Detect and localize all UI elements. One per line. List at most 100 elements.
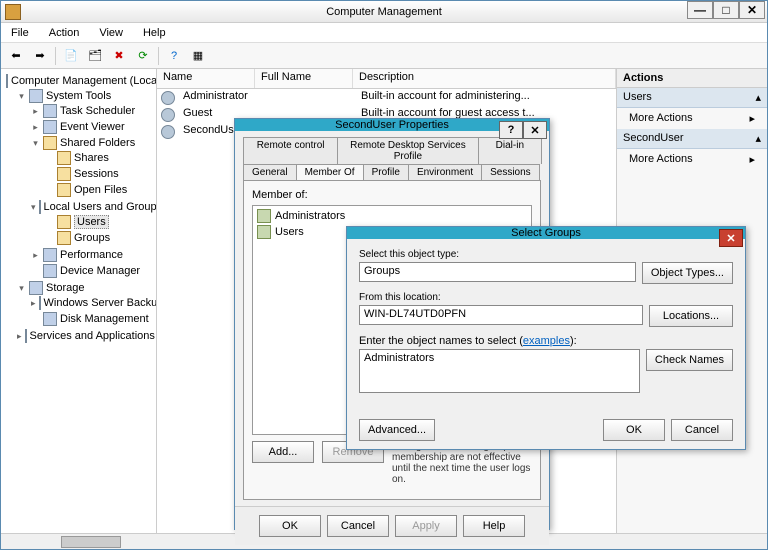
tree-system-tools[interactable]: System Tools <box>46 90 111 102</box>
users-groups-icon <box>39 200 41 214</box>
help-button[interactable]: ? <box>499 121 523 139</box>
group-icon <box>257 225 271 239</box>
cancel-button[interactable]: Cancel <box>327 515 389 537</box>
tree-pane[interactable]: Computer Management (Local ▾System Tools… <box>1 69 157 533</box>
dialog-footer: Advanced... OK Cancel <box>347 411 745 449</box>
help-button[interactable]: Help <box>463 515 525 537</box>
chevron-right-icon: ▸ <box>749 112 755 125</box>
app-icon <box>5 4 21 20</box>
menu-view[interactable]: View <box>95 25 127 41</box>
apply-button[interactable]: Apply <box>395 515 457 537</box>
forward-button[interactable]: ➡ <box>29 45 51 67</box>
tree-open-files[interactable]: Open Files <box>74 184 127 196</box>
tree-sessions[interactable]: Sessions <box>74 168 119 180</box>
close-button[interactable]: ✕ <box>523 121 547 139</box>
chevron-right-icon: ▸ <box>749 153 755 166</box>
actions-section-seconduser[interactable]: SecondUser▴ <box>617 129 767 149</box>
advanced-button[interactable]: Advanced... <box>359 419 435 441</box>
tree-event-viewer[interactable]: Event Viewer <box>60 121 125 133</box>
add-button[interactable]: Add... <box>252 441 314 463</box>
tree-task-scheduler[interactable]: Task Scheduler <box>60 105 135 117</box>
tabs-row2: General Member Of Profile Environment Se… <box>235 164 549 180</box>
actions-header: Actions <box>617 69 767 88</box>
tab-member-of[interactable]: Member Of <box>296 164 364 180</box>
tab-general[interactable]: General <box>243 164 297 180</box>
object-type-field[interactable]: Groups <box>359 262 636 282</box>
list-header[interactable]: Name Full Name Description <box>157 69 616 89</box>
tab-rds-profile[interactable]: Remote Desktop Services Profile <box>337 137 479 164</box>
tree-shared-folders[interactable]: Shared Folders <box>60 137 135 149</box>
check-names-button[interactable]: Check Names <box>646 349 733 371</box>
object-names-input[interactable]: Administrators <box>359 349 640 393</box>
ok-button[interactable]: OK <box>603 419 665 441</box>
dialog-title: SecondUser Properties <box>335 119 449 131</box>
user-icon <box>161 91 175 105</box>
tree-shares[interactable]: Shares <box>74 152 109 164</box>
folder-icon <box>57 215 71 229</box>
collapse-icon[interactable]: ▴ <box>755 91 761 104</box>
back-button[interactable]: ⬅ <box>5 45 27 67</box>
services-icon <box>25 329 27 343</box>
tree-disk-mgmt[interactable]: Disk Management <box>60 313 149 325</box>
more-actions-users[interactable]: More Actions▸ <box>617 108 767 129</box>
menu-file[interactable]: File <box>7 25 33 41</box>
member-item[interactable]: Administrators <box>255 208 529 224</box>
col-name[interactable]: Name <box>157 69 255 88</box>
tree-performance[interactable]: Performance <box>60 249 123 261</box>
close-button[interactable]: ✕ <box>739 1 765 19</box>
folder-icon <box>57 151 71 165</box>
group-icon <box>257 209 271 223</box>
object-types-button[interactable]: Object Types... <box>642 262 733 284</box>
help-icon[interactable]: ? <box>163 45 185 67</box>
maximize-button[interactable]: □ <box>713 1 739 19</box>
col-desc[interactable]: Description <box>353 69 616 88</box>
tree-device-manager[interactable]: Device Manager <box>60 265 140 277</box>
disk-icon <box>43 312 57 326</box>
tab-environment[interactable]: Environment <box>408 164 482 180</box>
tab-remote-control[interactable]: Remote control <box>243 137 338 164</box>
close-button[interactable]: ✕ <box>719 229 743 247</box>
tree-groups[interactable]: Groups <box>74 232 110 244</box>
list-item[interactable]: AdministratorBuilt-in account for admini… <box>157 89 616 106</box>
folder-icon <box>57 231 71 245</box>
wsb-icon <box>39 296 41 310</box>
titlebar[interactable]: Computer Management — □ ✕ <box>1 1 767 23</box>
tab-dialin[interactable]: Dial-in <box>478 137 542 164</box>
view-icon[interactable]: ▦ <box>187 45 209 67</box>
tree-root[interactable]: Computer Management (Local <box>11 75 157 87</box>
tab-sessions[interactable]: Sessions <box>481 164 540 180</box>
actions-section-users[interactable]: Users▴ <box>617 88 767 108</box>
delete-icon[interactable]: ✖ <box>108 45 130 67</box>
refresh-icon[interactable]: ⟳ <box>132 45 154 67</box>
tree-users[interactable]: Users <box>74 215 109 229</box>
collapse-icon[interactable]: ▴ <box>755 132 761 145</box>
dialog-footer: OK Cancel Apply Help <box>235 506 549 545</box>
tab-profile[interactable]: Profile <box>363 164 409 180</box>
minimize-button[interactable]: — <box>687 1 713 19</box>
properties-icon[interactable]: 🗂 <box>84 45 106 67</box>
dialog-titlebar[interactable]: SecondUser Properties ? ✕ <box>235 119 549 131</box>
examples-link[interactable]: examples <box>523 335 570 347</box>
location-field[interactable]: WIN-DL74UTD0PFN <box>359 305 643 325</box>
locations-button[interactable]: Locations... <box>649 305 733 327</box>
up-icon[interactable]: 📄 <box>60 45 82 67</box>
location-label: From this location: <box>359 292 733 303</box>
menubar: File Action View Help <box>1 23 767 43</box>
tree-storage[interactable]: Storage <box>46 282 85 294</box>
tree-local-users[interactable]: Local Users and Groups <box>44 201 157 213</box>
select-groups-dialog: Select Groups ✕ Select this object type:… <box>346 226 746 450</box>
names-label: Enter the object names to select (exampl… <box>359 335 733 347</box>
more-actions-seconduser[interactable]: More Actions▸ <box>617 149 767 170</box>
menu-action[interactable]: Action <box>45 25 84 41</box>
folder-icon <box>57 183 71 197</box>
ok-button[interactable]: OK <box>259 515 321 537</box>
tree-services-apps[interactable]: Services and Applications <box>30 330 155 342</box>
event-icon <box>43 120 57 134</box>
tree-wsb[interactable]: Windows Server Backup <box>44 297 157 309</box>
dialog-titlebar[interactable]: Select Groups ✕ <box>347 227 745 239</box>
scroll-thumb[interactable] <box>61 536 121 548</box>
col-fullname[interactable]: Full Name <box>255 69 353 88</box>
cancel-button[interactable]: Cancel <box>671 419 733 441</box>
shared-icon <box>43 136 57 150</box>
menu-help[interactable]: Help <box>139 25 170 41</box>
